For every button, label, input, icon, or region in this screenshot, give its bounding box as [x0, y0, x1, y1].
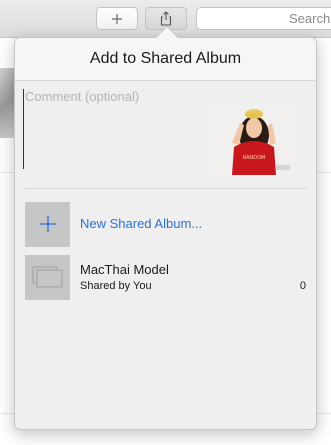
plus-icon: [112, 13, 122, 24]
comment-input[interactable]: [23, 89, 203, 169]
album-name: MacThai Model: [80, 262, 169, 277]
thumbnail-fade: [210, 95, 295, 115]
section-divider: [25, 188, 308, 189]
new-shared-album-button[interactable]: New Shared Album...: [25, 201, 308, 247]
new-album-icon-box: [25, 201, 70, 247]
plus-icon: [39, 216, 56, 232]
album-subtitle: Shared by You: [80, 280, 152, 292]
new-album-label: New Shared Album...: [80, 216, 203, 231]
photo-stack-icon: [32, 266, 62, 288]
add-to-shared-album-popover: Add to Shared Album RANDOM: [14, 37, 317, 430]
add-button[interactable]: [96, 7, 138, 30]
album-count: 0: [299, 280, 306, 292]
search-field[interactable]: [196, 7, 331, 30]
popover-title: Add to Shared Album: [89, 50, 242, 67]
search-input[interactable]: [289, 11, 331, 26]
photo-thumbnail: RANDOM: [210, 95, 295, 175]
background-photo: [0, 68, 14, 138]
album-icon-box: [25, 254, 70, 300]
share-icon: [160, 11, 172, 26]
popover-header: Add to Shared Album: [15, 38, 316, 81]
album-row-macthai-model[interactable]: MacThai Model Shared by You 0: [25, 254, 308, 300]
shirt-text: RANDOM: [243, 155, 266, 161]
